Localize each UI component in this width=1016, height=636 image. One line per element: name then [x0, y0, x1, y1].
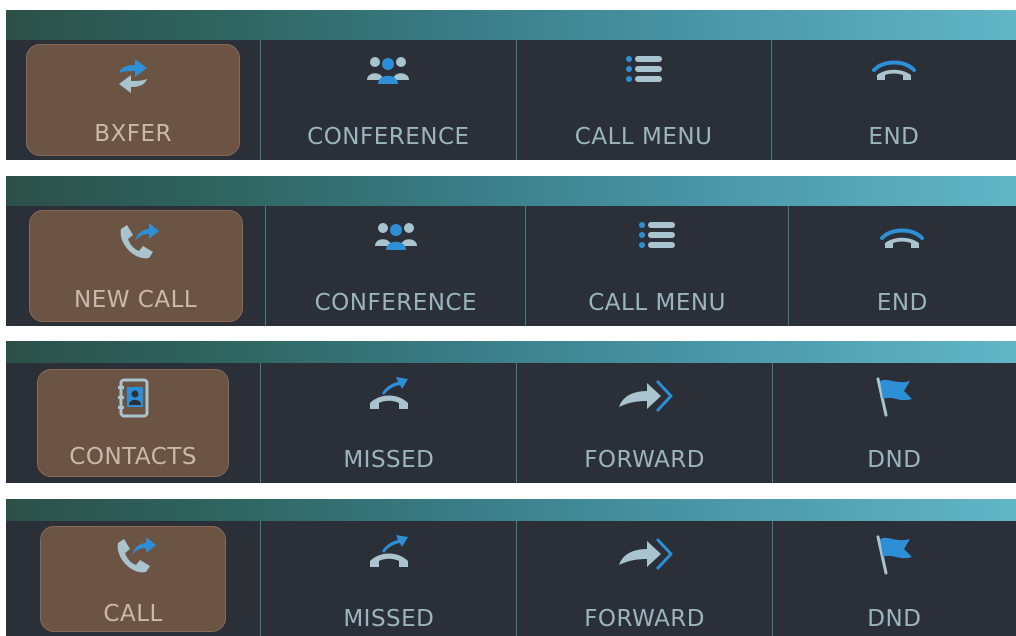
- transfer-icon: [113, 55, 153, 97]
- forward-button[interactable]: FORWARD: [517, 363, 771, 483]
- end-button[interactable]: END: [789, 206, 1016, 326]
- dnd-button[interactable]: DND: [773, 521, 1016, 636]
- forward-label: FORWARD: [584, 447, 705, 473]
- conference-button[interactable]: CONFERENCE: [261, 40, 515, 160]
- softkey-bar-1: BXFER CONFERENCE CALL MENU END: [6, 10, 1016, 160]
- end-label: END: [868, 124, 920, 150]
- hangup-icon: [880, 226, 925, 250]
- contacts-label: CONTACTS: [69, 444, 197, 470]
- dnd-flag-icon: [874, 535, 914, 575]
- dnd-label: DND: [867, 606, 922, 632]
- call-menu-button[interactable]: CALL MENU: [517, 40, 771, 160]
- new-call-button[interactable]: NEW CALL: [28, 210, 243, 322]
- bxfer-button[interactable]: BXFER: [26, 44, 241, 156]
- menu-list-icon: [638, 220, 676, 250]
- dnd-button[interactable]: DND: [773, 363, 1016, 483]
- conference-icon: [374, 220, 418, 250]
- missed-button[interactable]: MISSED: [261, 363, 516, 483]
- end-label: END: [876, 290, 928, 316]
- call-menu-label: CALL MENU: [588, 290, 726, 316]
- bxfer-label: BXFER: [94, 121, 173, 147]
- conference-label: CONFERENCE: [314, 290, 478, 316]
- new-call-icon: [110, 533, 157, 579]
- missed-button[interactable]: MISSED: [261, 521, 516, 636]
- call-menu-button[interactable]: CALL MENU: [526, 206, 787, 326]
- new-call-label: NEW CALL: [74, 287, 198, 313]
- conference-icon: [366, 54, 410, 84]
- forward-label: FORWARD: [584, 606, 705, 632]
- contacts-book-icon: [115, 378, 151, 418]
- call-button[interactable]: CALL: [40, 525, 227, 632]
- forward-arrow-icon: [617, 535, 673, 575]
- softkey-bar-3: CONTACTS MISSED FORWARD DND: [6, 341, 1016, 483]
- softkey-bar-2: NEW CALL CONFERENCE CALL MENU END: [6, 176, 1016, 326]
- conference-button[interactable]: CONFERENCE: [266, 206, 525, 326]
- status-strip: [6, 176, 1016, 206]
- menu-list-icon: [625, 54, 663, 84]
- hangup-icon: [871, 58, 916, 82]
- contacts-button[interactable]: CONTACTS: [37, 369, 230, 477]
- missed-call-icon: [368, 533, 410, 571]
- forward-arrow-icon: [617, 377, 673, 417]
- dnd-label: DND: [867, 447, 922, 473]
- end-button[interactable]: END: [772, 40, 1016, 160]
- call-menu-label: CALL MENU: [574, 124, 713, 150]
- softkey-bar-4: CALL MISSED FORWARD DND: [6, 499, 1016, 636]
- call-label: CALL: [103, 600, 163, 627]
- status-strip: [6, 499, 1016, 521]
- new-call-icon: [113, 219, 159, 265]
- conference-label: CONFERENCE: [307, 124, 470, 150]
- missed-label: MISSED: [343, 447, 435, 473]
- missed-label: MISSED: [343, 606, 435, 632]
- status-strip: [6, 341, 1016, 363]
- dnd-flag-icon: [874, 377, 914, 417]
- forward-button[interactable]: FORWARD: [517, 521, 771, 636]
- missed-call-icon: [368, 375, 410, 413]
- status-strip: [6, 10, 1016, 40]
